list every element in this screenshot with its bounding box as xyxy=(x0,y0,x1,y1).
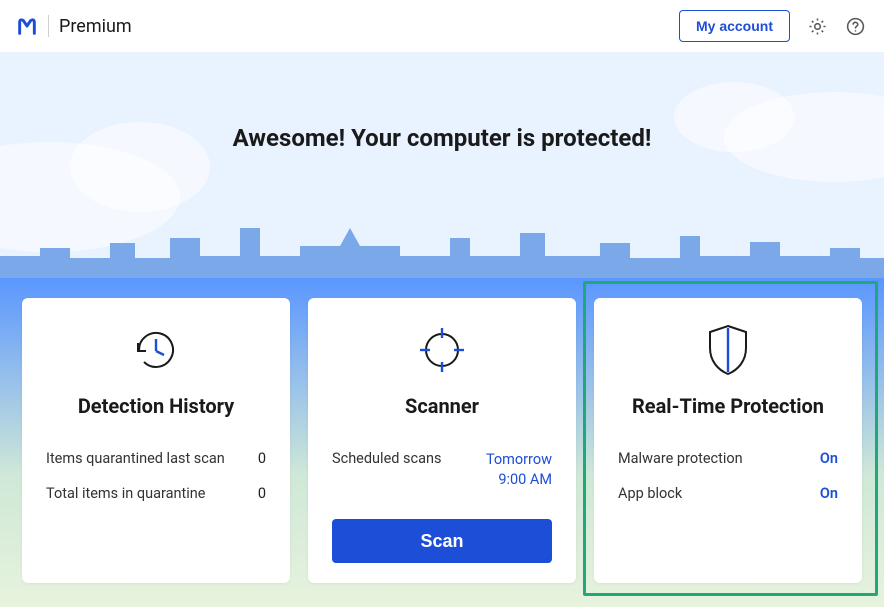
hero-title: Awesome! Your computer is protected! xyxy=(0,52,884,152)
app-block-toggle[interactable]: On xyxy=(820,485,838,502)
skyline-illustration xyxy=(0,208,884,278)
scheduled-scan-value[interactable]: Tomorrow 9:00 AM xyxy=(486,450,552,489)
brand: Premium xyxy=(16,15,132,37)
crosshair-icon xyxy=(332,322,552,378)
shield-icon xyxy=(618,322,838,378)
help-icon[interactable] xyxy=(844,15,866,37)
realtime-protection-card: Real-Time Protection Malware protection … xyxy=(594,298,862,583)
row-value: 0 xyxy=(258,485,266,502)
row-label: Total items in quarantine xyxy=(46,485,248,502)
realtime-protection-title: Real-Time Protection xyxy=(618,394,838,418)
rtp-row-appblock: App block On xyxy=(618,485,838,502)
rtp-row-malware: Malware protection On xyxy=(618,450,838,467)
row-label: App block xyxy=(618,485,810,502)
history-icon xyxy=(46,322,266,378)
scanner-title: Scanner xyxy=(332,394,552,418)
scanner-card: Scanner Scheduled scans Tomorrow 9:00 AM… xyxy=(308,298,576,583)
row-label: Items quarantined last scan xyxy=(46,450,248,467)
dashboard-cards: Detection History Items quarantined last… xyxy=(0,278,884,607)
scheduled-time: 9:00 AM xyxy=(486,470,552,490)
detection-row-total: Total items in quarantine 0 xyxy=(46,485,266,502)
hero-banner: Awesome! Your computer is protected! xyxy=(0,52,884,278)
detection-history-card: Detection History Items quarantined last… xyxy=(22,298,290,583)
row-value: 0 xyxy=(258,450,266,467)
row-label: Scheduled scans xyxy=(332,450,476,467)
scanner-row-scheduled: Scheduled scans Tomorrow 9:00 AM xyxy=(332,450,552,489)
scan-button[interactable]: Scan xyxy=(332,519,552,563)
malwarebytes-logo-icon xyxy=(16,15,38,37)
tier-label: Premium xyxy=(59,16,132,37)
detection-row-last-scan: Items quarantined last scan 0 xyxy=(46,450,266,467)
gear-icon[interactable] xyxy=(806,15,828,37)
scheduled-day: Tomorrow xyxy=(486,450,552,470)
app-header: Premium My account xyxy=(0,0,884,52)
row-label: Malware protection xyxy=(618,450,810,467)
my-account-button[interactable]: My account xyxy=(679,10,790,42)
brand-divider xyxy=(48,15,49,37)
detection-history-title: Detection History xyxy=(46,394,266,418)
malware-protection-toggle[interactable]: On xyxy=(820,450,838,467)
